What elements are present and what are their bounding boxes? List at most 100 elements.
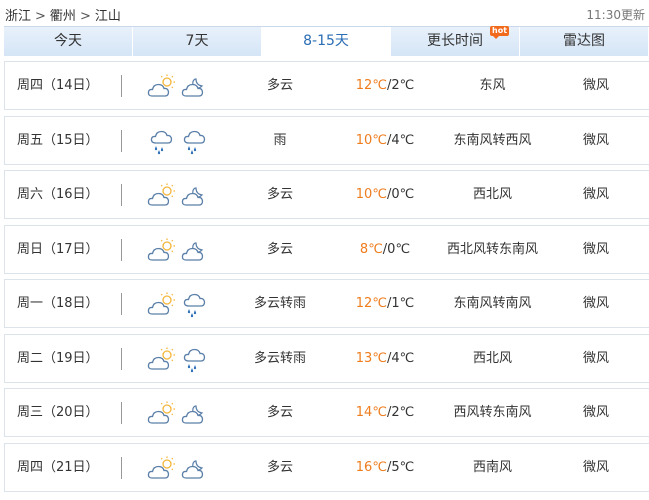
forecast-tabs: 今天 7天 8-15天 更长时间 hot 雷达图 [4, 26, 649, 57]
wind-direction: 西北风 [472, 350, 512, 366]
tab-8-15-days[interactable]: 8-15天 [262, 27, 391, 56]
forecast-row: 周一（18日） 多云转雨 12℃/1℃ 东南风转南风 微风 [4, 279, 649, 328]
temperature: 10℃/0℃ [335, 171, 435, 218]
update-time: 11:30更新 [586, 8, 645, 22]
forecast-row: 周三（20日） 多云 14℃/2℃ 西风转东南风 微风 [4, 388, 649, 437]
wind-level: 微风 [582, 296, 609, 311]
weather-icons [147, 74, 211, 100]
column-divider [121, 293, 122, 315]
high-temperature: 10℃ [355, 132, 387, 148]
weather-icons [147, 401, 211, 427]
forecast-row: 周二（19日） 多云转雨 13℃/4℃ 西北风 微风 [4, 333, 649, 383]
low-temperature: /2℃ [386, 405, 415, 420]
weather-icons [147, 183, 211, 209]
forecast-date: 周一（18日） [17, 296, 99, 311]
weather-description: 多云 [266, 241, 293, 257]
weather-icons [147, 347, 211, 373]
forecast-row: 周日（17日） 多云 8℃/0℃ 西北风转东南风 微风 [4, 224, 649, 274]
column-divider [121, 238, 122, 261]
tab-7-days[interactable]: 7天 [133, 27, 262, 56]
wind-level: 微风 [582, 187, 609, 202]
high-temperature: 12℃ [355, 78, 387, 93]
high-temperature: 10℃ [355, 187, 387, 202]
tab-label: 8-15天 [303, 33, 349, 49]
tab-longer-term[interactable]: 更长时间 hot [391, 26, 520, 56]
weather-description: 多云转雨 [253, 350, 306, 366]
weather-description: 多云转雨 [253, 296, 306, 311]
column-divider [121, 456, 122, 479]
column-divider [121, 184, 122, 206]
low-temperature: /0℃ [386, 187, 415, 202]
high-temperature: 8℃ [359, 241, 383, 257]
wind-direction: 西风转东南风 [453, 405, 532, 420]
forecast-row: 周四（21日） 多云 16℃/5℃ 西南风 微风 [4, 442, 649, 492]
forecast-date: 周三（20日） [17, 405, 99, 420]
temperature: 13℃/4℃ [335, 335, 435, 382]
low-temperature: /4℃ [386, 350, 415, 366]
forecast-date: 周日（17日） [17, 241, 99, 257]
forecast-date: 周四（21日） [17, 459, 99, 475]
forecast-date: 周二（19日） [17, 350, 99, 366]
weather-description: 多云 [266, 78, 293, 93]
temperature: 10℃/4℃ [335, 117, 435, 164]
low-temperature: /1℃ [386, 296, 415, 311]
temperature: 12℃/2℃ [335, 62, 435, 109]
wind-direction: 西南风 [472, 459, 512, 475]
breadcrumb-county[interactable]: 江山 [95, 9, 121, 24]
tab-label: 雷达图 [563, 33, 605, 49]
wind-level: 微风 [582, 350, 609, 366]
weather-icons [147, 456, 211, 482]
breadcrumb-separator: > [35, 9, 46, 24]
forecast-row: 周四（14日） 多云 12℃/2℃ 东风 微风 [4, 61, 649, 110]
wind-level: 微风 [582, 459, 609, 475]
breadcrumb: 浙江 > 衢州 > 江山 [5, 5, 121, 24]
hot-badge: hot [490, 26, 510, 39]
weather-description: 雨 [273, 132, 287, 148]
column-divider [121, 347, 122, 370]
temperature: 14℃/2℃ [335, 389, 435, 436]
column-divider [121, 75, 122, 97]
breadcrumb-city[interactable]: 衢州 [50, 9, 76, 24]
tab-radar[interactable]: 雷达图 [520, 27, 649, 56]
high-temperature: 14℃ [355, 405, 387, 420]
forecast-date: 周四（14日） [17, 78, 99, 93]
wind-direction: 东南风转西风 [453, 132, 532, 148]
weather-description: 多云 [266, 459, 293, 475]
wind-direction: 西北风转东南风 [446, 241, 538, 257]
forecast-list: 周四（14日） 多云 12℃/2℃ 东风 微风 周五（15日） 雨 10℃/4℃… [4, 61, 649, 497]
temperature: 8℃/0℃ [335, 226, 435, 273]
wind-level: 微风 [582, 132, 609, 148]
column-divider [121, 402, 122, 424]
wind-level: 微风 [582, 405, 609, 420]
column-divider [121, 129, 122, 152]
forecast-row: 周六（16日） 多云 10℃/0℃ 西北风 微风 [4, 170, 649, 219]
low-temperature: /2℃ [386, 78, 415, 93]
forecast-date: 周五（15日） [17, 132, 99, 148]
low-temperature: /0℃ [382, 241, 411, 257]
weather-description: 多云 [266, 187, 293, 202]
breadcrumb-province[interactable]: 浙江 [5, 9, 31, 24]
high-temperature: 13℃ [355, 350, 387, 366]
wind-direction: 西北风 [472, 187, 512, 202]
weather-description: 多云 [266, 405, 293, 420]
top-bar: 浙江 > 衢州 > 江山 11:30更新 [0, 0, 649, 26]
breadcrumb-separator: > [79, 9, 91, 24]
weather-icons [147, 129, 211, 155]
low-temperature: /4℃ [386, 132, 415, 148]
tab-today[interactable]: 今天 [4, 27, 133, 56]
tab-label: 今天 [54, 33, 82, 49]
temperature: 16℃/5℃ [335, 444, 435, 491]
wind-direction: 东南风转南风 [453, 296, 532, 311]
forecast-date: 周六（16日） [17, 187, 99, 202]
wind-level: 微风 [582, 78, 609, 93]
wind-direction: 东风 [479, 78, 506, 93]
low-temperature: /5℃ [386, 459, 415, 475]
high-temperature: 16℃ [355, 459, 387, 475]
weather-icons [147, 238, 211, 264]
high-temperature: 12℃ [355, 296, 387, 311]
tab-label: 7天 [185, 33, 209, 49]
temperature: 12℃/1℃ [335, 280, 435, 327]
wind-level: 微风 [582, 241, 609, 257]
weather-icons [147, 292, 211, 318]
forecast-row: 周五（15日） 雨 10℃/4℃ 东南风转西风 微风 [4, 115, 649, 165]
